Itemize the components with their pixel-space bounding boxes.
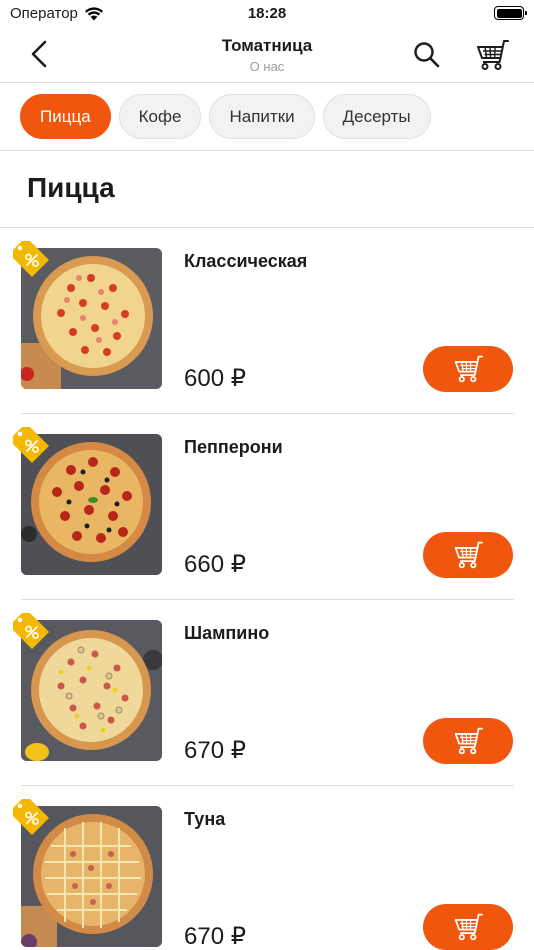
product-name: Пепперони: [184, 437, 283, 457]
product-price: 670 ₽: [184, 737, 246, 764]
category-tab-coffee[interactable]: Кофе: [118, 94, 202, 139]
add-to-cart-button[interactable]: [423, 718, 513, 764]
discount-tag-icon: [13, 799, 49, 835]
add-to-cart-button[interactable]: [423, 532, 513, 578]
cart-icon: [454, 355, 483, 383]
section-title: Пицца: [27, 172, 115, 203]
category-tab-drinks[interactable]: Напитки: [209, 94, 315, 139]
about-link[interactable]: О нас: [0, 59, 534, 74]
discount-tag-icon: [13, 427, 49, 463]
product-list: Классическая 600 ₽ Пепперони 660 ₽ Шампи…: [0, 228, 534, 950]
product-price: 660 ₽: [184, 551, 246, 578]
product-card[interactable]: Пепперони 660 ₽: [0, 414, 534, 600]
category-tab-desserts[interactable]: Десерты: [322, 94, 431, 139]
product-name: Шампино: [184, 623, 270, 643]
status-time: 18:28: [247, 5, 287, 22]
category-tabs: Пицца Кофе Напитки Десерты: [20, 94, 431, 139]
product-card[interactable]: Шампино 670 ₽: [0, 600, 534, 786]
cart-icon: [454, 913, 483, 941]
category-tab-pizza[interactable]: Пицца: [20, 94, 111, 139]
discount-tag-icon: [13, 613, 49, 649]
battery-icon: [494, 6, 527, 20]
page-title: Томатница: [221, 36, 313, 55]
status-bar: Оператор 18:28: [0, 0, 534, 28]
product-price: 600 ₽: [184, 365, 246, 392]
add-to-cart-button[interactable]: [423, 346, 513, 392]
product-name: Классическая: [184, 251, 308, 271]
product-card[interactable]: Туна 670 ₽: [0, 786, 534, 950]
discount-tag-icon: [13, 241, 49, 277]
product-price: 670 ₽: [184, 923, 246, 950]
search-icon[interactable]: [412, 40, 442, 70]
cart-icon[interactable]: [474, 38, 510, 72]
product-card[interactable]: Классическая 600 ₽: [0, 228, 534, 414]
cart-icon: [454, 727, 483, 755]
add-to-cart-button[interactable]: [423, 904, 513, 950]
nav-title-block: Томатница О нас: [0, 36, 534, 74]
product-name: Туна: [184, 809, 226, 829]
navigation-bar: Томатница О нас: [0, 28, 534, 83]
divider: [0, 150, 534, 151]
cart-icon: [454, 541, 483, 569]
